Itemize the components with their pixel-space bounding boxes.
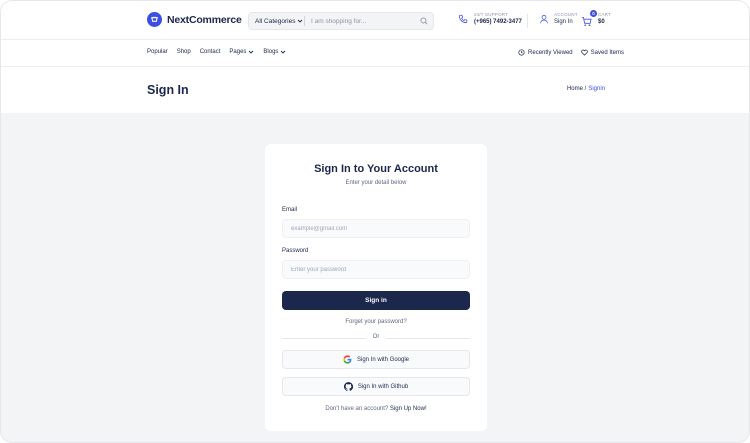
category-select-label: All Categories — [255, 17, 296, 25]
google-icon — [343, 355, 352, 364]
signup-prompt-text: Don't have an account? — [325, 406, 389, 412]
account-sign-in: Sign In — [554, 19, 573, 25]
email-field[interactable] — [282, 219, 470, 238]
breadcrumb-home[interactable]: Home / — [567, 86, 586, 92]
nav-item-shop[interactable]: Shop — [177, 49, 191, 55]
forgot-password-link[interactable]: Forget your password? — [265, 319, 487, 325]
cart-button[interactable]: 0 CART $0 — [581, 9, 611, 26]
breadcrumb: Home / Signin — [567, 86, 605, 92]
search-icon — [420, 17, 428, 25]
main-nav: Popular Shop Contact Pages Blogs Recentl… — [1, 40, 749, 67]
nav-item-blogs[interactable]: Blogs — [263, 49, 286, 55]
cart-total: $0 — [598, 19, 605, 25]
signup-prompt: Don't have an account? Sign Up Now! — [265, 406, 487, 412]
password-label: Password — [282, 248, 309, 254]
password-field[interactable] — [282, 260, 470, 279]
recently-viewed-label: Recently Viewed — [528, 49, 573, 56]
page-title: Sign In — [147, 83, 189, 97]
chevron-down-icon — [298, 19, 303, 23]
github-signin-button[interactable]: Sign In with Github — [282, 377, 470, 396]
support-contact[interactable]: 24/7 SUPPORT (+965) 7492-3477 — [458, 12, 522, 26]
nav-item-label: Blogs — [263, 49, 279, 55]
brand-logo[interactable]: NextCommerce — [147, 12, 242, 27]
user-icon — [540, 14, 548, 24]
breadcrumb-current: Signin — [588, 86, 605, 92]
account-menu[interactable]: ACCOUNT Sign In — [539, 12, 578, 26]
google-signin-label: Sign In with Google — [356, 356, 410, 363]
or-label: Or — [372, 334, 380, 340]
github-icon — [343, 382, 353, 391]
nav-item-popular[interactable]: Popular — [147, 49, 168, 55]
nav-item-label: Contact — [199, 49, 221, 55]
clock-icon — [518, 49, 525, 56]
cart-icon — [581, 16, 592, 26]
nav-item-label: Pages — [229, 49, 247, 55]
google-signin-button[interactable]: Sign In with Google — [282, 350, 470, 369]
chevron-down-icon — [249, 50, 254, 54]
or-divider: Or — [282, 333, 470, 343]
top-header: NextCommerce All Categories 24/7 SUPPORT… — [1, 1, 749, 40]
signin-card: Sign In to Your Account Enter your detai… — [265, 144, 487, 431]
nav-item-contact[interactable]: Contact — [200, 49, 221, 55]
github-signin-label: Sign In with Github — [357, 383, 409, 390]
search-input[interactable] — [305, 13, 415, 29]
cart-logo-icon — [147, 12, 162, 27]
nav-item-label: Popular — [147, 49, 168, 55]
signin-title: Sign In to Your Account — [314, 163, 438, 175]
phone-icon — [458, 14, 468, 24]
signin-subtitle: Enter your detail below — [345, 180, 407, 186]
category-select[interactable]: All Categories — [249, 16, 305, 26]
header-divider — [527, 14, 528, 28]
support-phone: (+965) 7492-3477 — [474, 19, 522, 25]
search-button[interactable] — [415, 12, 433, 30]
signup-link[interactable]: Sign Up Now! — [390, 406, 427, 412]
search-bar: All Categories — [248, 12, 434, 30]
page-frame: NextCommerce All Categories 24/7 SUPPORT… — [0, 0, 750, 443]
heart-icon — [580, 49, 588, 56]
chevron-down-icon — [281, 50, 286, 54]
signin-button[interactable]: Sign in — [282, 291, 470, 310]
nav-item-label: Shop — [176, 49, 191, 55]
saved-items-label: Saved Items — [590, 49, 624, 56]
cart-count-badge: 0 — [590, 9, 597, 17]
brand-name: NextCommerce — [167, 13, 242, 26]
saved-items-link[interactable]: Saved Items — [580, 49, 624, 56]
email-label: Email — [282, 207, 298, 213]
recently-viewed-link[interactable]: Recently Viewed — [518, 49, 573, 56]
page-header: Sign In Home / Signin — [1, 67, 749, 113]
nav-item-pages[interactable]: Pages — [229, 49, 254, 55]
